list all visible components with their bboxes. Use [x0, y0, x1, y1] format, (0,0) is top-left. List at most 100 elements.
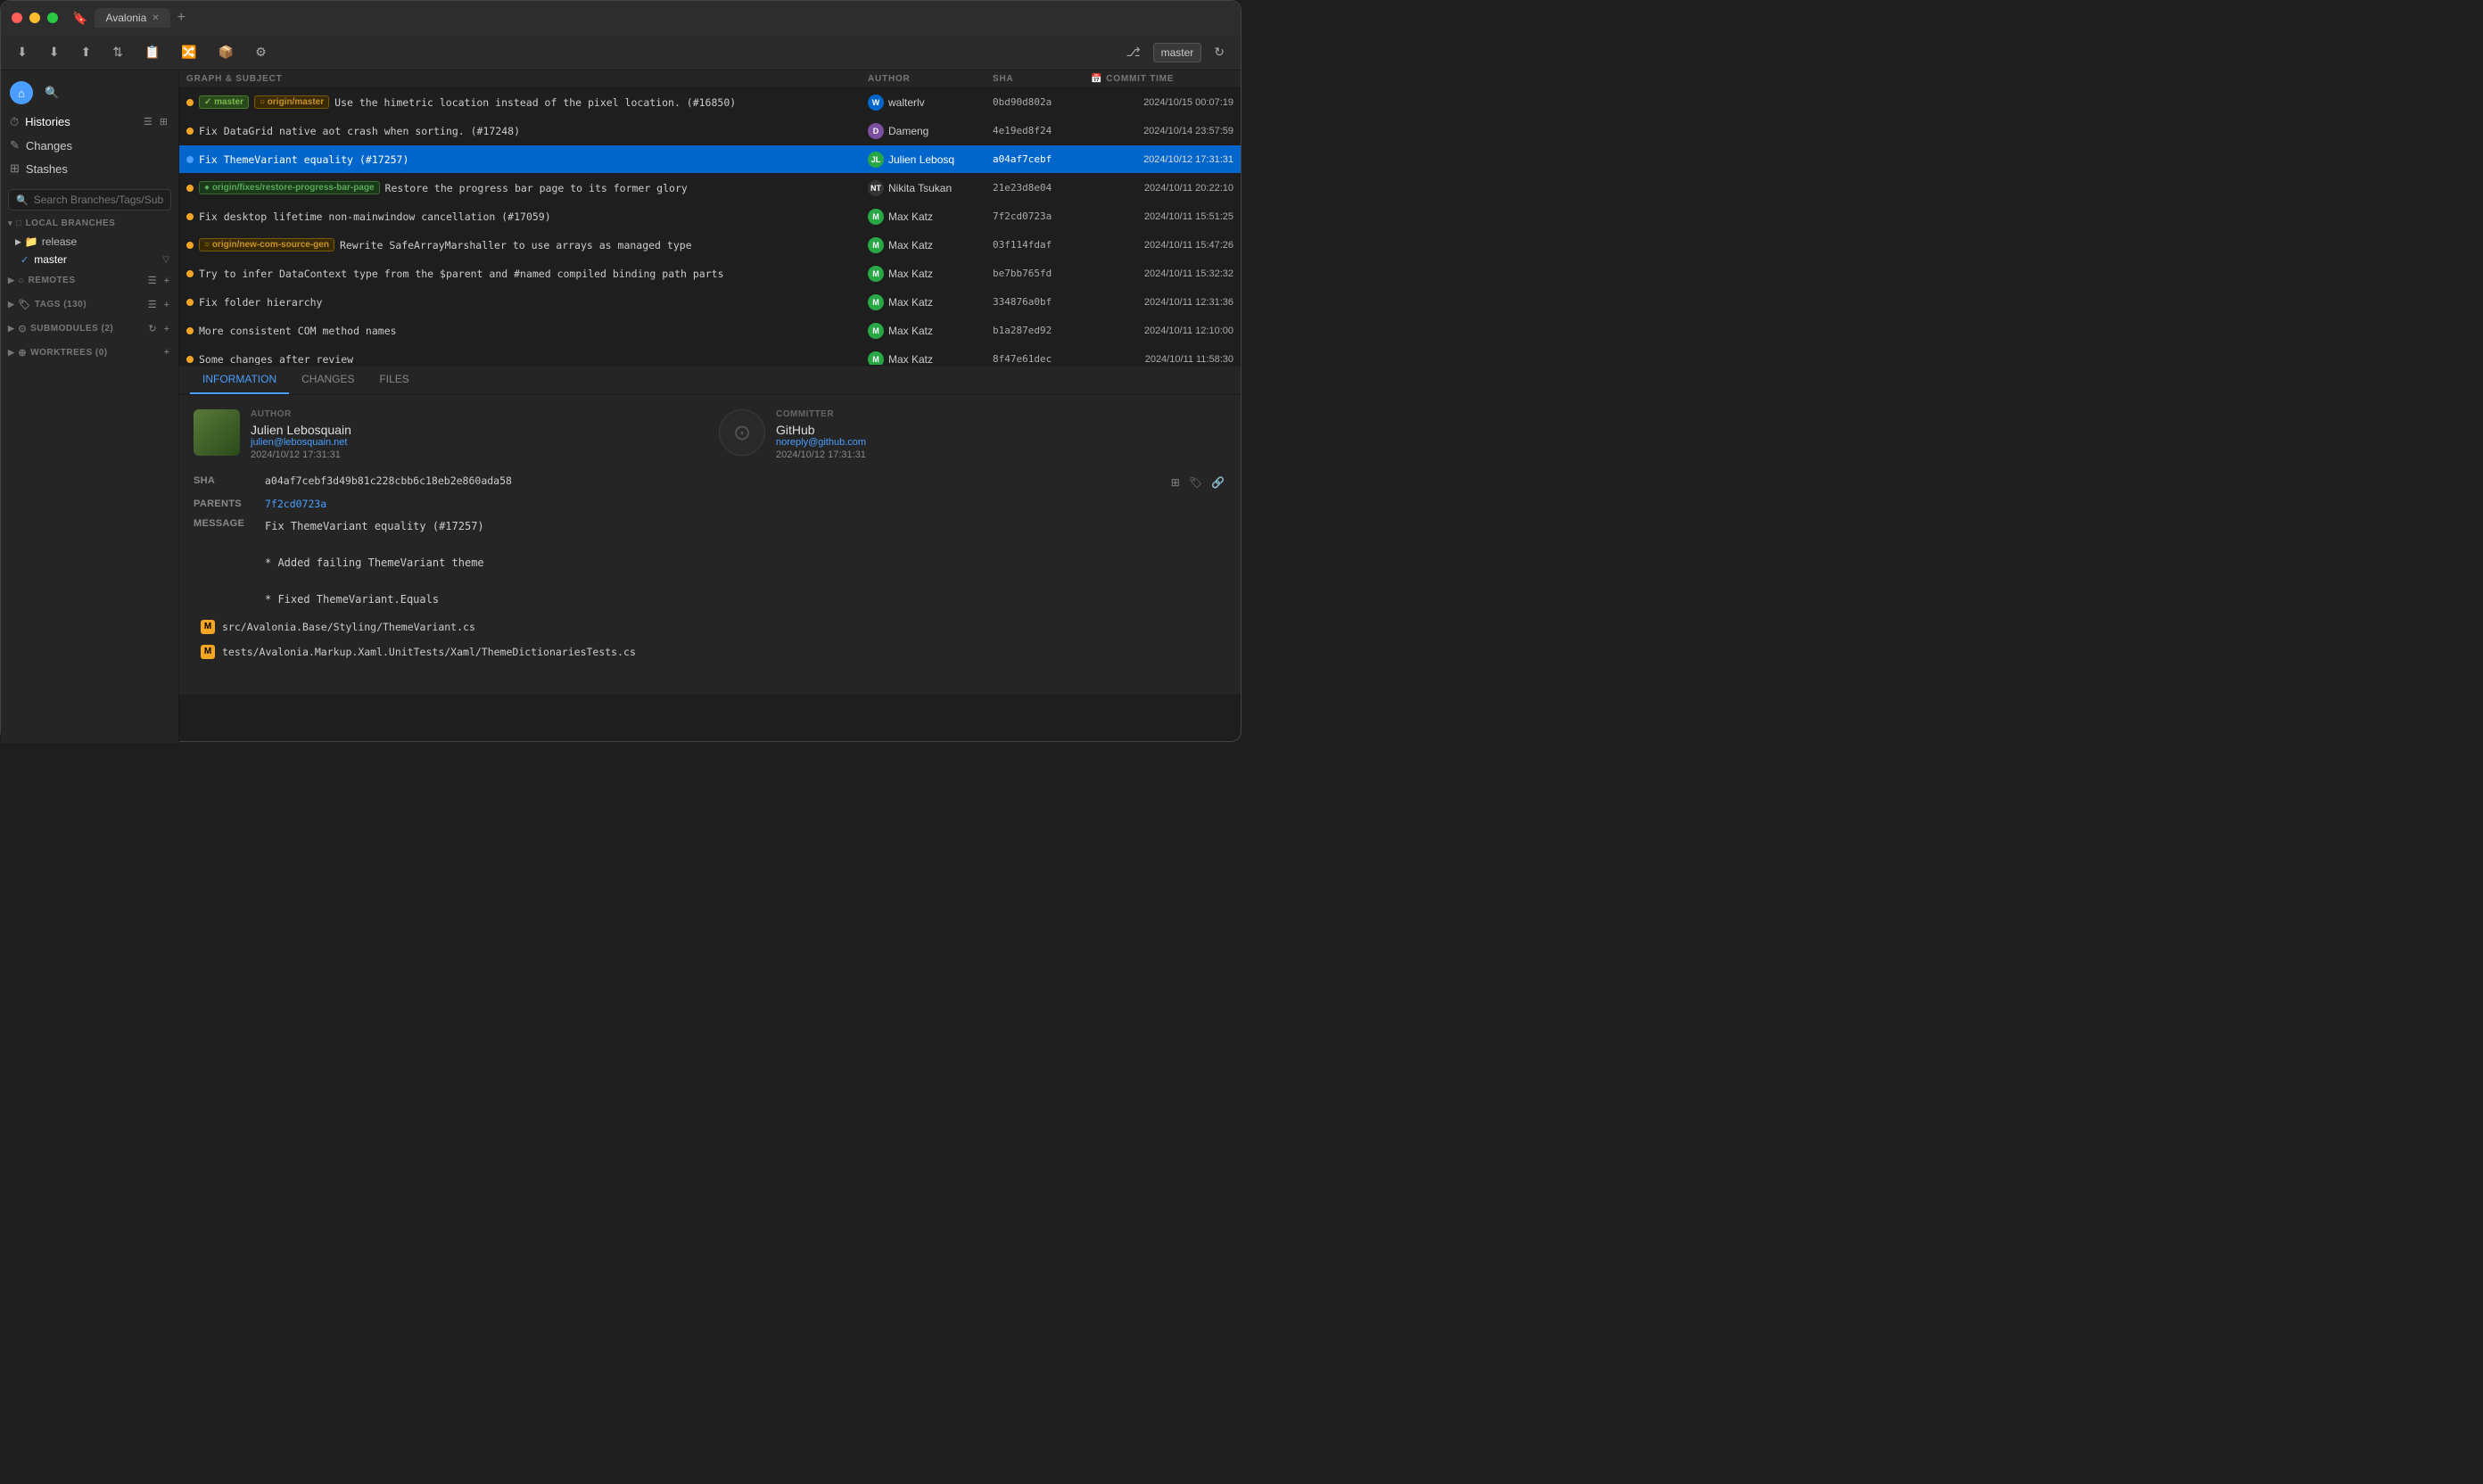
toolbar-left: ⬇ ⬇ ⬆ ⇅ 📋 🔀 📦 ⚙ [12, 41, 272, 63]
commit-sha: be7bb765fd [993, 268, 1091, 279]
minimize-button[interactable] [29, 12, 40, 23]
commit-author-cell: W walterlv [868, 95, 993, 111]
graph-dot [186, 128, 194, 135]
tab-changes[interactable]: CHANGES [289, 366, 367, 394]
maximize-button[interactable] [47, 12, 58, 23]
flow-button[interactable]: 🔀 [176, 41, 202, 63]
commit-row[interactable]: Fix desktop lifetime non-mainwindow canc… [179, 202, 1241, 231]
commit-row[interactable]: ● origin/fixes/restore-progress-bar-page… [179, 174, 1241, 202]
commit-time: 2024/10/11 15:47:26 [1091, 240, 1233, 251]
histories-filter-btn[interactable]: ⊞ [158, 114, 169, 129]
submodules-button[interactable]: 📦 [213, 41, 239, 63]
pull-button[interactable]: ⬇ [44, 41, 65, 63]
branch-tag: ● origin/fixes/restore-progress-bar-page [199, 181, 380, 194]
sidebar-item-histories[interactable]: ⏱ Histories ☰ ⊞ [1, 110, 178, 134]
author-photo [194, 409, 240, 456]
commit-row[interactable]: ✓ master○ origin/master Use the himetric… [179, 88, 1241, 117]
author-email-display: julien@lebosquain.net [251, 437, 701, 448]
author-info: AUTHOR Julien Lebosquain julien@lebosqua… [251, 409, 701, 460]
tab-close-icon[interactable]: ✕ [152, 13, 159, 23]
close-button[interactable] [12, 12, 22, 23]
commit-row[interactable]: Fix folder hierarchy M Max Katz 334876a0… [179, 288, 1241, 317]
histories-actions: ☰ ⊞ [142, 114, 169, 129]
commit-row[interactable]: Some changes after review M Max Katz 8f4… [179, 345, 1241, 365]
branch-selector[interactable]: master [1153, 43, 1202, 62]
remotes-action2[interactable]: + [162, 273, 171, 288]
commit-list: ✓ master○ origin/master Use the himetric… [179, 88, 1241, 365]
header-sha: SHA [993, 74, 1091, 84]
commit-row[interactable]: Try to infer DataContext type from the $… [179, 260, 1241, 288]
submodules-action1[interactable]: ↻ [146, 321, 158, 336]
local-branches-header[interactable]: ▾ □ LOCAL BRANCHES [1, 214, 178, 233]
tab-information[interactable]: INFORMATION [190, 366, 289, 394]
sidebar-item-stashes[interactable]: ⊞ Stashes [1, 157, 178, 180]
tab-files[interactable]: FILES [367, 366, 421, 394]
fetch-button[interactable]: ⬇ [12, 41, 33, 63]
tab-avalonia[interactable]: Avalonia ✕ [95, 8, 169, 28]
submodules-header[interactable]: ▶ ⊙ SUBMODULES (2) ↻ + [1, 317, 178, 341]
tags-header[interactable]: ▶ 🏷 TAGS (130) ☰ + [1, 293, 178, 317]
commit-row[interactable]: ○ origin/new-com-source-gen Rewrite Safe… [179, 231, 1241, 260]
commit-row[interactable]: Fix DataGrid native aot crash when sorti… [179, 117, 1241, 145]
commit-author-cell: M Max Katz [868, 209, 993, 225]
worktrees-action1[interactable]: + [162, 345, 171, 359]
push-button[interactable]: ⬆ [75, 41, 96, 63]
branch-item-master[interactable]: ✓ master ▽ [1, 251, 178, 268]
file-entry[interactable]: M tests/Avalonia.Markup.Xaml.UnitTests/X… [194, 640, 1226, 664]
commit-graph-subject: Fix desktop lifetime non-mainwindow canc… [186, 210, 868, 223]
file-entry[interactable]: M src/Avalonia.Base/Styling/ThemeVariant… [194, 615, 1226, 639]
toolbar: ⬇ ⬇ ⬆ ⇅ 📋 🔀 📦 ⚙ ⎇ master ↻ [1, 35, 1241, 70]
histories-list-view-btn[interactable]: ☰ [142, 114, 154, 129]
tags-action2[interactable]: + [162, 297, 171, 312]
create-tag-button[interactable]: 🏷 [1187, 474, 1204, 491]
commit-sha: 4e19ed8f24 [993, 125, 1091, 136]
commit-subject: Restore the progress bar page to its for… [385, 182, 688, 194]
sync-button[interactable]: ⇅ [107, 41, 128, 63]
search-sidebar-button[interactable]: 🔍 [40, 83, 63, 103]
toolbar-right: ⎇ master ↻ [1120, 41, 1230, 63]
commit-row[interactable]: Fix ThemeVariant equality (#17257) JL Ju… [179, 145, 1241, 174]
author-avatar-small: W [868, 95, 884, 111]
commit-author-name: Max Katz [888, 268, 933, 280]
graph-dot [186, 299, 194, 306]
folder-chevron-icon: ▶ [15, 237, 21, 247]
remotes-header[interactable]: ▶ ○ REMOTES ☰ + [1, 268, 178, 293]
commit-author-name: Max Katz [888, 239, 933, 251]
worktrees-header[interactable]: ▶ ⊕ WORKTREES (0) + [1, 341, 178, 364]
new-tab-button[interactable]: + [177, 10, 186, 26]
parent-sha-link[interactable]: 7f2cd0723a [265, 498, 1226, 510]
commit-subject: Fix folder hierarchy [199, 296, 322, 309]
home-button[interactable]: ⌂ [10, 81, 33, 104]
remotes-icon: ○ [18, 276, 24, 286]
branch-search-box[interactable]: 🔍 [8, 189, 171, 210]
copy-sha-button[interactable]: ⊞ [1169, 474, 1182, 491]
refresh-button[interactable]: ↻ [1209, 41, 1230, 63]
sidebar-nav: ⌂ 🔍 ⏱ Histories ☰ ⊞ ✎ Changes ⊞ Stashes [1, 70, 178, 186]
tags-action1[interactable]: ☰ [146, 297, 159, 312]
author-avatar-small: M [868, 294, 884, 310]
stash-button[interactable]: 📋 [139, 41, 165, 63]
settings-button[interactable]: ⚙ [250, 41, 272, 63]
commit-row[interactable]: More consistent COM method names M Max K… [179, 317, 1241, 345]
commit-time: 2024/10/11 12:10:00 [1091, 326, 1233, 336]
branch-search-input[interactable] [34, 194, 163, 206]
commit-subject: Rewrite SafeArrayMarshaller to use array… [340, 239, 692, 251]
commit-author-name: Julien Lebosq [888, 153, 954, 166]
sha-value: a04af7cebf3d49b81c228cbb6c18eb2e860ada58 [265, 474, 1162, 487]
graph-dot [186, 327, 194, 334]
commit-table-header: GRAPH & SUBJECT AUTHOR SHA 📅 COMMIT TIME [179, 70, 1241, 88]
committer-section-label: COMMITTER [776, 409, 1226, 419]
author-avatar-small: D [868, 123, 884, 139]
branch-folder-release[interactable]: ▶ 📁 release [1, 233, 178, 251]
graph-dot [186, 270, 194, 277]
changes-icon: ✎ [10, 138, 20, 153]
git-flow-button[interactable]: ⎇ [1120, 41, 1145, 63]
master-branch-label: master [34, 253, 67, 266]
submodules-action2[interactable]: + [162, 321, 171, 336]
tags-chevron: ▶ [8, 300, 14, 309]
remotes-action1[interactable]: ☰ [146, 273, 159, 288]
link-sha-button[interactable]: 🔗 [1209, 474, 1226, 491]
sidebar-item-changes[interactable]: ✎ Changes [1, 134, 178, 157]
author-date-display: 2024/10/12 17:31:31 [251, 449, 701, 460]
commit-subject: Some changes after review [199, 353, 353, 366]
